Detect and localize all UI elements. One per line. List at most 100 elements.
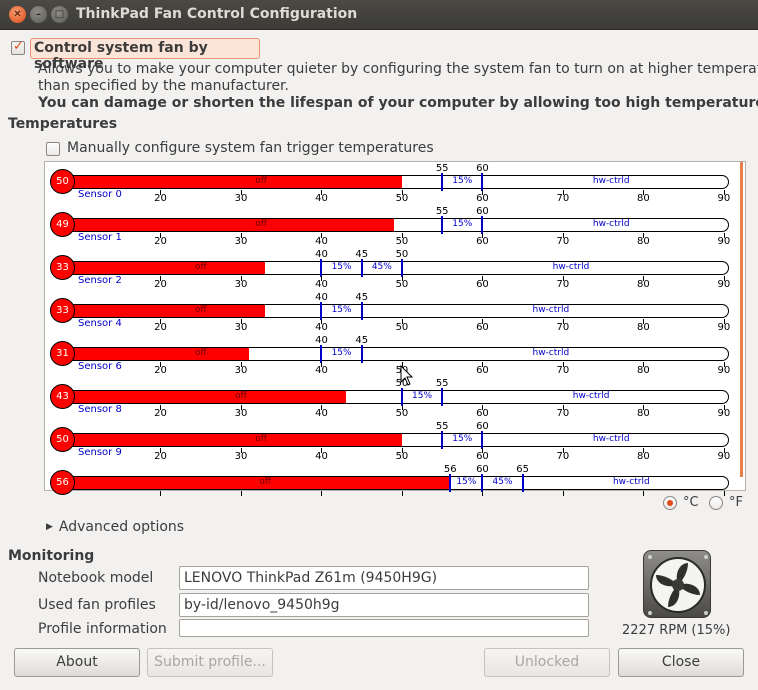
scale-tick-label: 50	[395, 279, 409, 290]
threshold-marker[interactable]	[449, 474, 452, 492]
fan-level-label: 15%	[331, 348, 352, 358]
window-close-button[interactable]: ✕	[9, 6, 26, 23]
fan-rpm: 2227 RPM (15%)	[622, 623, 731, 638]
scale-tick-label: 40	[315, 365, 328, 376]
window-maximize-button[interactable]: □	[51, 6, 68, 23]
fan-level-label: off	[255, 176, 267, 186]
sensor-bar[interactable]: off 15% 45% hw-ctrld	[63, 476, 729, 490]
fan-level-label: 15%	[331, 305, 352, 315]
manual-config-label[interactable]: Manually configure system fan trigger te…	[67, 140, 434, 156]
control-fan-toggle[interactable]: Control system fan by software	[30, 38, 260, 72]
threshold-marker[interactable]	[441, 388, 444, 406]
scale-tick-label: 60	[476, 193, 489, 204]
sensor-temp-circle: 43	[50, 384, 75, 409]
sensor-row[interactable]: 40 45 50 off 15% 45% hw-ctrld 33 Sensor 2 20 30 40 5…	[45, 249, 741, 292]
control-fan-checkbox[interactable]	[11, 39, 25, 55]
sensor-row[interactable]: 56 60 65 off 15% 45% hw-ctrld 56	[45, 464, 741, 507]
scale-tick-label: 90	[717, 322, 731, 333]
threshold-marker[interactable]	[441, 173, 444, 191]
about-button[interactable]: About	[14, 648, 140, 677]
scale-tick-label: 20	[154, 322, 167, 333]
submit-profile-button[interactable]: Submit profile...	[147, 648, 273, 677]
scale-tick-label: 80	[637, 279, 650, 290]
control-description-line2: than specified by the manufacturer.	[38, 78, 289, 94]
sensor-name: Sensor 0	[78, 189, 122, 200]
fan-level-label: hw-ctrld	[532, 348, 570, 358]
threshold-marker[interactable]	[481, 431, 484, 449]
fan-icon	[643, 550, 711, 618]
fahrenheit-label[interactable]: °F	[729, 495, 743, 510]
threshold-marker[interactable]	[441, 216, 444, 234]
threshold-marker[interactable]	[441, 431, 444, 449]
scale-tick-label: 50	[395, 322, 409, 333]
monitoring-heading: Monitoring	[8, 548, 95, 564]
threshold-marker[interactable]	[481, 216, 484, 234]
scale-tick-label: 70	[556, 279, 570, 290]
threshold-marker[interactable]	[400, 388, 403, 406]
temperatures-heading: Temperatures	[8, 116, 118, 132]
threshold-marker[interactable]	[320, 345, 323, 363]
close-button[interactable]: Close	[618, 648, 744, 677]
scale-tick-label: 40	[315, 408, 328, 419]
sensor-row[interactable]: 50 55 off 15% hw-ctrld 43 Sensor 8 20 30 40 50 60 70…	[45, 378, 741, 421]
scale-tick-label: 70	[556, 451, 570, 462]
manual-config-checkbox[interactable]	[46, 142, 60, 156]
unlocked-button[interactable]: Unlocked	[484, 648, 610, 677]
scale-tick-label: 50	[395, 236, 409, 247]
threshold-marker[interactable]	[360, 259, 363, 277]
threshold-marker[interactable]	[481, 474, 484, 492]
celsius-label[interactable]: °C	[683, 495, 699, 510]
sensor-bar[interactable]: off 15% hw-ctrld	[63, 218, 729, 232]
sensor-row[interactable]: 4045off15%hw-ctrld31Sensor 6203040506070…	[45, 335, 741, 378]
scale-tick-label: 50	[395, 193, 409, 204]
scale-tick-label: 90	[717, 451, 731, 462]
fan-level-label: hw-ctrld	[592, 219, 630, 229]
celsius-radio[interactable]	[663, 496, 677, 510]
fan-level-label: 15%	[452, 219, 473, 229]
scale-tick-label: 40	[315, 236, 328, 247]
threshold-marker[interactable]	[320, 259, 323, 277]
fan-level-label: off	[235, 391, 247, 401]
scale-tick-label: 80	[637, 236, 650, 247]
fan-profiles-field[interactable]: by-id/lenovo_9450h9g	[179, 593, 589, 617]
fan-level-label: hw-ctrld	[592, 434, 630, 444]
threshold-marker[interactable]	[521, 474, 524, 492]
scale-tick-label: 50	[395, 408, 409, 419]
notebook-model-field[interactable]: LENOVO ThinkPad Z61m (9450H9G)	[179, 566, 589, 590]
scale-tick-label: 20	[154, 193, 167, 204]
window-title: ThinkPad Fan Control Configuration	[76, 6, 358, 22]
window-minimize-button[interactable]: –	[30, 6, 47, 23]
sensor-bar[interactable]: off 15% hw-ctrld	[63, 347, 729, 361]
scale-tick-label: 20	[154, 408, 167, 419]
scale-tick-label: 80	[637, 451, 650, 462]
sensor-bar[interactable]: off 15% 45% hw-ctrld	[63, 261, 729, 275]
threshold-marker[interactable]	[360, 345, 363, 363]
threshold-marker[interactable]	[360, 302, 363, 320]
scale-tick-label: 90	[717, 279, 731, 290]
advanced-options-expander[interactable]: ▶ Advanced options	[46, 519, 184, 535]
sensor-row[interactable]: 55 60 off 15% hw-ctrld 50 Sensor 9 20 30 40 50 60 70…	[45, 421, 741, 464]
fahrenheit-radio[interactable]	[709, 496, 723, 510]
scale-tick-label: 20	[154, 236, 167, 247]
threshold-marker[interactable]	[320, 302, 323, 320]
control-description-line1: Allows you to make your computer quieter…	[38, 61, 758, 77]
threshold-marker[interactable]	[400, 259, 403, 277]
scale-tick-label: 20	[154, 365, 167, 376]
scale-tick-label: 40	[315, 451, 328, 462]
fan-level-label: 45%	[492, 477, 513, 487]
threshold-marker[interactable]	[481, 173, 484, 191]
scale-tick-label: 30	[234, 365, 248, 376]
scale-tick-label: 70	[556, 322, 570, 333]
sensor-bar[interactable]: off 15% hw-ctrld	[63, 390, 729, 404]
sensor-row[interactable]: 55 60 off 15% hw-ctrld 49 Sensor 1 20 30 40 50 60 70…	[45, 206, 741, 249]
profile-info-field[interactable]	[179, 619, 589, 637]
sensor-bar[interactable]: off 15% hw-ctrld	[63, 304, 729, 318]
scale-tick-label: 70	[556, 408, 570, 419]
sensor-panel[interactable]: 55 60 off 15% hw-ctrld 50 Sensor 0 20 30 40 50 60 70…	[44, 161, 746, 496]
sensor-row[interactable]: 55 60 off 15% hw-ctrld 50 Sensor 0 20 30 40 50 60 70…	[45, 163, 741, 206]
scale-tick-label: 20	[154, 279, 167, 290]
sensor-row[interactable]: 40 45 off 15% hw-ctrld 33 Sensor 4 20 30 40 50 60 70…	[45, 292, 741, 335]
sensor-bar[interactable]: off 15% hw-ctrld	[63, 175, 729, 189]
sensor-bar[interactable]: off 15% hw-ctrld	[63, 433, 729, 447]
scale-tick-label: 90	[717, 365, 731, 376]
